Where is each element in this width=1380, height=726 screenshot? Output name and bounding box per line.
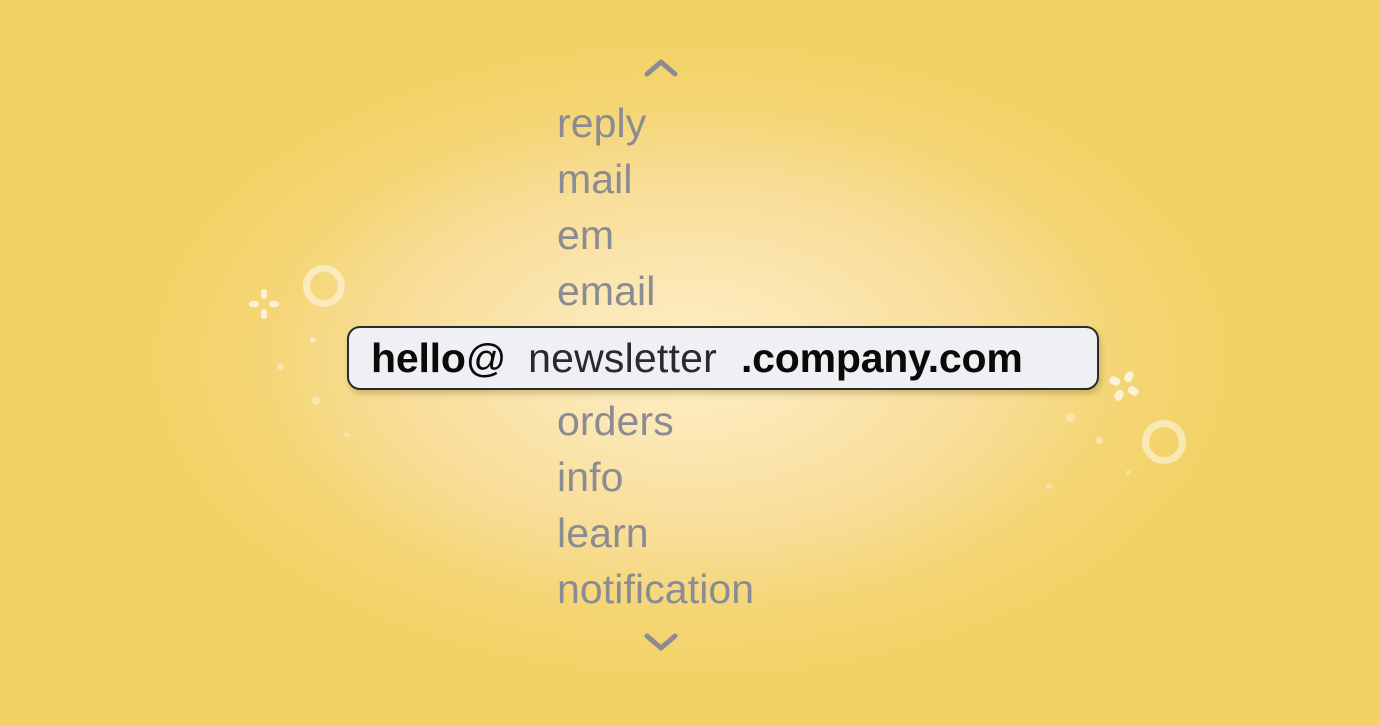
picker-option-notification[interactable]: notification — [557, 567, 754, 611]
email-prefix-static: hello@ — [371, 334, 506, 383]
chevron-down-icon[interactable] — [641, 630, 681, 654]
picker-option-email[interactable]: email — [557, 269, 655, 313]
chevron-up-icon[interactable] — [641, 56, 681, 80]
picker-option-orders[interactable]: orders — [557, 399, 674, 443]
email-address-input[interactable]: hello@ newsletter .company.com — [347, 326, 1099, 390]
email-prefix-picker: reply mail em email hello@ newsletter .comp… — [0, 0, 1380, 726]
email-prefix-text: hello — [371, 334, 466, 381]
picker-option-learn[interactable]: learn — [557, 511, 649, 555]
email-local-part-value[interactable]: newsletter — [528, 334, 717, 382]
picker-option-info[interactable]: info — [557, 455, 624, 499]
picker-option-mail[interactable]: mail — [557, 157, 633, 201]
screen-root: reply mail em email hello@ newsletter .comp… — [0, 0, 1380, 726]
picker-option-em[interactable]: em — [557, 213, 614, 257]
picker-option-reply[interactable]: reply — [557, 101, 646, 145]
at-symbol: @ — [465, 336, 507, 381]
email-domain-suffix: .company.com — [740, 335, 1023, 381]
